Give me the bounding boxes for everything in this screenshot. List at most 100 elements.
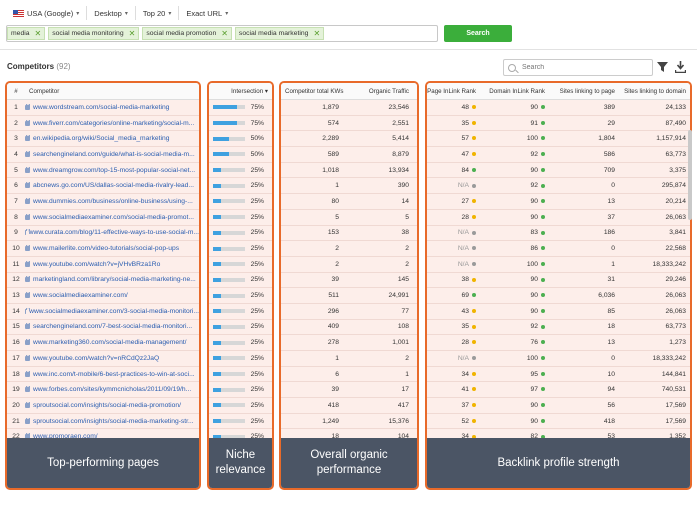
competitor-url[interactable]: www.wordstream.com/social-media-marketin… [33,104,169,111]
organic-caption: Overall organic performance [281,438,417,488]
table-row[interactable]: 20 sproutsocial.com/insights/social-media… [7,398,199,414]
competitor-link[interactable]: www.youtube.com/watch?v=jVHvBRza1Ro [25,260,199,268]
table-row[interactable]: 4 searchengineland.com/guide/what-is-soci… [7,147,199,163]
niche-caption-label: Niche relevance [215,449,266,476]
keyword-input[interactable]: media ✕ social media monitoring ✕ social m… [6,25,438,42]
competitor-link[interactable]: www.socialmediaexaminer.com/social-media… [25,213,199,221]
col-intersection[interactable]: Intersection ▾ [209,88,272,95]
table-row[interactable]: 8 www.socialmediaexaminer.com/social-medi… [7,209,199,226]
table-row[interactable]: 18 www.inc.com/t-mobile/6-best-practices-… [7,366,199,383]
competitor-link[interactable]: marketingland.com/library/social-media-m… [25,276,199,283]
col-organic-traffic[interactable]: Organic Traffic [343,88,417,95]
table-row[interactable]: 16 www.marketing360.com/social-media-mana… [7,335,199,351]
competitor-link[interactable]: searchengineland.com/7-best-social-media… [25,323,199,330]
download-icon[interactable] [675,61,686,73]
remove-tag-icon[interactable]: ✕ [221,29,228,38]
table-row[interactable]: 2 www.fiverr.com/categories/online-market… [7,115,199,132]
col-domain-inlink[interactable]: Domain InLink Rank [480,88,549,95]
competitor-url[interactable]: marketingland.com/library/social-media-m… [33,276,196,283]
competitor-url[interactable]: searchengineland.com/guide/what-is-socia… [33,151,195,158]
competitor-link[interactable]: sproutsocial.com/insights/social-media-p… [25,401,199,409]
competitor-link[interactable]: www.mailerlite.com/video-tutorials/socia… [25,245,199,252]
competitor-url[interactable]: www.forbes.com/sites/kymmcnicholas/2011/… [33,386,191,393]
page-inlink-value: 27 [461,197,469,205]
keyword-tag-label: social media monitoring [52,30,124,37]
table-search-input[interactable] [522,64,642,71]
col-competitor[interactable]: Competitor [25,88,199,95]
table-row[interactable]: 7 www.dummies.com/business/online-busines… [7,194,199,210]
sites-linking-page: 94 [607,386,615,394]
competitor-url[interactable]: www.marketing360.com/social-media-manage… [33,339,187,346]
country-dropdown[interactable]: USA (Google) ▾ [6,6,88,20]
competitor-url[interactable]: www.inc.com/t-mobile/6-best-practices-to… [33,371,195,378]
table-row: 25% [209,319,272,336]
competitor-url[interactable]: www.socialmediaexaminer.com/social-media… [33,214,194,221]
table-row[interactable]: 17 www.youtube.com/watch?v=nRCdQz2JaQ [7,351,199,367]
total-kws: 278 [327,339,339,347]
competitor-link[interactable]: sproutsocial.com/insights/social-media-m… [25,417,199,425]
sites-linking-domain: 20,214 [665,197,686,205]
competitor-link[interactable]: en.wikipedia.org/wiki/Social_media_marke… [25,135,199,142]
competitor-url[interactable]: www.fiverr.com/categories/online-marketi… [33,120,194,127]
competitor-link[interactable]: abcnews.go.com/US/dallas-social-media-ri… [25,182,199,189]
table-row[interactable]: 21 sproutsocial.com/insights/social-media… [7,413,199,430]
match-dropdown[interactable]: Exact URL ▾ [179,6,235,20]
competitor-link[interactable]: www.youtube.com/watch?v=nRCdQz2JaQ [25,354,199,362]
table-row[interactable]: 11 www.youtube.com/watch?v=jVHvBRza1Ro [7,256,199,273]
competitor-url[interactable]: searchengineland.com/7-best-social-media… [33,323,192,330]
competitor-url[interactable]: www.socialmediaexaminer.com/3-social-med… [29,308,199,315]
niche-header[interactable]: Intersection ▾ [209,83,272,100]
table-row[interactable]: 15 searchengineland.com/7-best-social-med… [7,319,199,336]
remove-tag-icon[interactable]: ✕ [313,29,320,38]
scrollbar[interactable] [688,130,692,220]
page-inlink-rank: N/A [427,182,480,189]
col-page-inlink[interactable]: Page InLink Rank [427,88,480,95]
table-search[interactable] [503,59,653,76]
table-row[interactable]: 19 www.forbes.com/sites/kymmcnicholas/201… [7,382,199,399]
competitor-url[interactable]: sproutsocial.com/insights/social-media-m… [33,418,194,425]
col-sites-page[interactable]: Sites linking to page [549,88,619,95]
competitor-link[interactable]: www.fiverr.com/categories/online-marketi… [25,119,199,127]
competitor-link[interactable]: searchengineland.com/guide/what-is-socia… [25,150,199,158]
competitor-url[interactable]: abcnews.go.com/US/dallas-social-media-ri… [33,182,194,189]
table-row[interactable]: 14 www.socialmediaexaminer.com/3-social-m… [7,303,199,320]
competitor-url[interactable]: sproutsocial.com/insights/social-media-p… [33,402,181,409]
competitor-link[interactable]: www.dummies.com/business/online-business… [25,197,199,205]
remove-tag-icon[interactable]: ✕ [129,29,136,38]
competitor-link[interactable]: www.marketing360.com/social-media-manage… [25,339,199,346]
filter-icon[interactable] [657,62,668,72]
competitor-url[interactable]: www.youtube.com/watch?v=jVHvBRza1Ro [33,261,160,268]
competitor-link[interactable]: www.dreamgrow.com/top-15-most-popular-so… [25,166,199,174]
competitor-link[interactable]: www.curata.com/blog/11-effective-ways-to… [25,229,199,236]
competitor-url[interactable]: www.curata.com/blog/11-effective-ways-to… [29,229,199,236]
competitor-url[interactable]: www.youtube.com/watch?v=nRCdQz2JaQ [33,355,159,362]
search-button[interactable]: Search [444,25,512,42]
table-row[interactable]: 3 en.wikipedia.org/wiki/Social_media_mark… [7,131,199,148]
competitor-url[interactable]: www.dreamgrow.com/top-15-most-popular-so… [33,167,195,174]
table-row[interactable]: 9 www.curata.com/blog/11-effective-ways-t… [7,225,199,242]
competitor-link[interactable]: www.forbes.com/sites/kymmcnicholas/2011/… [25,386,199,393]
device-dropdown[interactable]: Desktop ▾ [87,6,136,20]
col-sites-domain[interactable]: Sites linking to domain [619,88,690,95]
organic-traffic: 77 [401,307,409,315]
competitor-link[interactable]: www.wordstream.com/social-media-marketin… [25,103,199,111]
col-total-kws[interactable]: Competitor total KWs [281,88,343,95]
table-row[interactable]: 10 www.mailerlite.com/video-tutorials/soc… [7,241,199,257]
remove-tag-icon[interactable]: ✕ [35,29,42,38]
table-row[interactable]: 1 www.wordstream.com/social-media-marketi… [7,100,199,116]
competitor-link[interactable]: www.socialmediaexaminer.com/ [25,292,199,299]
table-row[interactable]: 6 abcnews.go.com/US/dallas-social-media-r… [7,178,199,195]
competitor-url[interactable]: www.socialmediaexaminer.com/ [33,292,128,299]
competitor-url[interactable]: en.wikipedia.org/wiki/Social_media_marke… [33,135,169,142]
competitor-link[interactable]: www.inc.com/t-mobile/6-best-practices-to… [25,370,199,378]
top-dropdown[interactable]: Top 20 ▾ [136,6,180,20]
table-row[interactable]: 13 www.socialmediaexaminer.com/ [7,288,199,304]
intersection-bar-fill [213,230,221,235]
table-row: 22 [281,241,417,257]
table-row[interactable]: 12 marketingland.com/library/social-media… [7,272,199,289]
page-inlink-rank: 48 [427,104,480,111]
table-row[interactable]: 5 www.dreamgrow.com/top-15-most-popular-s… [7,162,199,179]
competitor-url[interactable]: www.mailerlite.com/video-tutorials/socia… [33,245,179,252]
competitor-url[interactable]: www.dummies.com/business/online-business… [33,198,193,205]
competitor-link[interactable]: www.socialmediaexaminer.com/3-social-med… [25,307,199,315]
